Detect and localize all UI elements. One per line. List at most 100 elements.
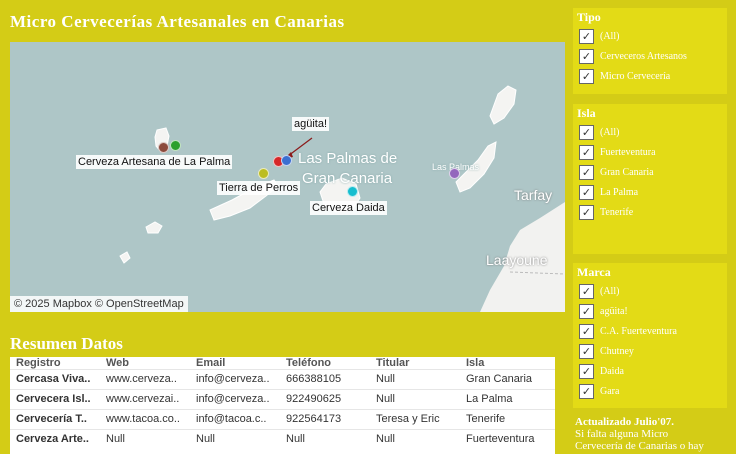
cell-isla: La Palma (460, 388, 555, 409)
cell-telefono: 922490625 (280, 388, 370, 409)
filter-option-label: Fuerteventura (600, 146, 656, 158)
filter-option-cerveceros-artesanos[interactable]: ✓ Cerveceros Artesanos (573, 46, 727, 66)
cell-titular: Null (370, 368, 460, 389)
filter-option-label: (All) (600, 126, 620, 138)
checkbox-checked-icon[interactable]: ✓ (579, 283, 594, 299)
checkbox-checked-icon[interactable]: ✓ (579, 204, 594, 220)
filter-option-gran-canaria[interactable]: ✓ Gran Canaria (573, 162, 727, 182)
cell-isla: Fuerteventura (460, 428, 555, 449)
filter-option-fuerteventura[interactable]: ✓ Fuerteventura (573, 142, 727, 162)
cell-registro: Cercasa Viva.. (10, 368, 100, 389)
col-titular[interactable]: Titular (370, 357, 460, 369)
table-header-row: Registro Web Email Teléfono Titular Isla (10, 357, 555, 369)
table-row[interactable]: Cerveza Arte.. Null Null Null Null Fuert… (10, 428, 555, 449)
checkbox-checked-icon[interactable]: ✓ (579, 363, 594, 379)
filter-tipo: Tipo ✓ (All) ✓ Cerveceros Artesanos ✓ Mi… (573, 8, 727, 94)
filter-option-chutney[interactable]: ✓ Chutney (573, 341, 727, 361)
map-view[interactable]: Las Palmas de Gran Canaria Las Palmas Ta… (10, 42, 565, 312)
checkbox-checked-icon[interactable]: ✓ (579, 124, 594, 140)
cell-email: info@cerveza.. (190, 388, 280, 409)
label-daida: Cerveza Daida (310, 201, 387, 215)
island-el-hierro (119, 251, 131, 264)
cell-isla: Gran Canaria (460, 368, 555, 389)
filter-option-label: (All) (600, 30, 620, 42)
filter-option-label: Gran Canaria (600, 166, 654, 178)
checkbox-checked-icon[interactable]: ✓ (579, 164, 594, 180)
table-row[interactable]: Cercasa Viva.. www.cerveza.. info@cervez… (10, 368, 555, 389)
filter-option-gara[interactable]: ✓ Gara (573, 381, 727, 401)
checkbox-checked-icon[interactable]: ✓ (579, 323, 594, 339)
checkbox-checked-icon[interactable]: ✓ (579, 184, 594, 200)
place-las-palmas: Las Palmas de (298, 150, 398, 167)
checkbox-checked-icon[interactable]: ✓ (579, 28, 594, 44)
island-lanzarote (489, 85, 517, 125)
filter-option-all[interactable]: ✓ (All) (573, 26, 727, 46)
cell-registro: Cerveza Arte.. (10, 428, 100, 449)
filter-option-all[interactable]: ✓ (All) (573, 122, 727, 142)
filter-option-label: Cerveceros Artesanos (600, 50, 687, 62)
label-tierra-de-perros: Tierra de Perros (217, 181, 301, 195)
cell-registro: Cervecería T.. (10, 408, 100, 429)
cell-titular: Null (370, 428, 460, 449)
map-attribution[interactable]: © 2025 Mapbox © OpenStreetMap (10, 296, 188, 312)
place-tarfaya: Tarfay (514, 187, 553, 203)
marker-la-palma-green[interactable] (170, 140, 181, 151)
filter-option-la-palma[interactable]: ✓ La Palma (573, 182, 727, 202)
place-gran-canaria: Gran Canaria (302, 170, 393, 187)
cell-registro: Cervecera Isl.. (10, 388, 100, 409)
col-isla[interactable]: Isla (460, 357, 555, 369)
filter-option-aguita[interactable]: ✓ agüita! (573, 301, 727, 321)
col-registro[interactable]: Registro (10, 357, 100, 369)
label-aguita: agüita! (292, 117, 330, 131)
label-la-palma: Cerveza Artesana de La Palma (76, 155, 233, 169)
update-note: Actualizado Julio'07. Si falta alguna Mi… (575, 416, 731, 452)
map-land-svg (119, 85, 565, 312)
filter-option-label: Micro Cervecería (600, 70, 671, 82)
cell-titular: Teresa y Eric (370, 408, 460, 429)
filter-option-tenerife[interactable]: ✓ Tenerife (573, 202, 727, 222)
cell-isla: Tenerife (460, 408, 555, 429)
cell-web: www.tacoa.co.. (100, 408, 190, 429)
cell-email: info@cerveza.. (190, 368, 280, 389)
checkbox-checked-icon[interactable]: ✓ (579, 144, 594, 160)
marker-la-palma-brown[interactable] (158, 142, 169, 153)
checkbox-checked-icon[interactable]: ✓ (579, 48, 594, 64)
filter-option-label: Tenerife (600, 206, 634, 218)
table-row[interactable]: Cervecera Isl.. www.cervezai.. info@cerv… (10, 388, 555, 409)
cell-titular: Null (370, 388, 460, 409)
filter-option-ca-fuerteventura[interactable]: ✓ C.A. Fuerteventura (573, 321, 727, 341)
marker-fuerteventura[interactable] (449, 168, 460, 179)
checkbox-checked-icon[interactable]: ✓ (579, 383, 594, 399)
summary-title: Resumen Datos (10, 334, 123, 353)
filter-marca: Marca ✓ (All) ✓ agüita! ✓ C.A. Fuerteven… (573, 263, 727, 408)
filter-option-label: Gara (600, 385, 620, 397)
col-telefono[interactable]: Teléfono (280, 357, 370, 369)
note-line-2: Cervecería de Canarias o hay (575, 440, 704, 452)
filter-isla-title: Isla (577, 106, 596, 120)
checkbox-checked-icon[interactable]: ✓ (579, 343, 594, 359)
filter-option-daida[interactable]: ✓ Daida (573, 361, 727, 381)
filter-option-all[interactable]: ✓ (All) (573, 281, 727, 301)
col-email[interactable]: Email (190, 357, 280, 369)
filter-isla: Isla ✓ (All) ✓ Fuerteventura ✓ Gran Cana… (573, 104, 727, 254)
cell-web: www.cervezai.. (100, 388, 190, 409)
cell-telefono: Null (280, 428, 370, 449)
summary-table: Registro Web Email Teléfono Titular Isla… (10, 357, 555, 454)
col-web[interactable]: Web (100, 357, 190, 369)
marker-tierra-de-perros[interactable] (258, 168, 269, 179)
cell-telefono: 922564173 (280, 408, 370, 429)
marker-daida[interactable] (347, 186, 358, 197)
filter-option-label: Daida (600, 365, 624, 377)
cell-email: info@tacoa.c.. (190, 408, 280, 429)
filter-tipo-title: Tipo (577, 10, 601, 24)
filter-option-label: agüita! (600, 305, 628, 317)
note-line-1: Si falta alguna Micro (575, 428, 669, 440)
cell-email: Null (190, 428, 280, 449)
marker-gran-canaria-blue[interactable] (281, 155, 292, 166)
checkbox-checked-icon[interactable]: ✓ (579, 303, 594, 319)
filter-option-micro-cerveceria[interactable]: ✓ Micro Cervecería (573, 66, 727, 86)
table-row[interactable]: Cervecería T.. www.tacoa.co.. info@tacoa… (10, 408, 555, 429)
checkbox-checked-icon[interactable]: ✓ (579, 68, 594, 84)
filter-marca-title: Marca (577, 265, 611, 279)
filter-option-label: (All) (600, 285, 620, 297)
